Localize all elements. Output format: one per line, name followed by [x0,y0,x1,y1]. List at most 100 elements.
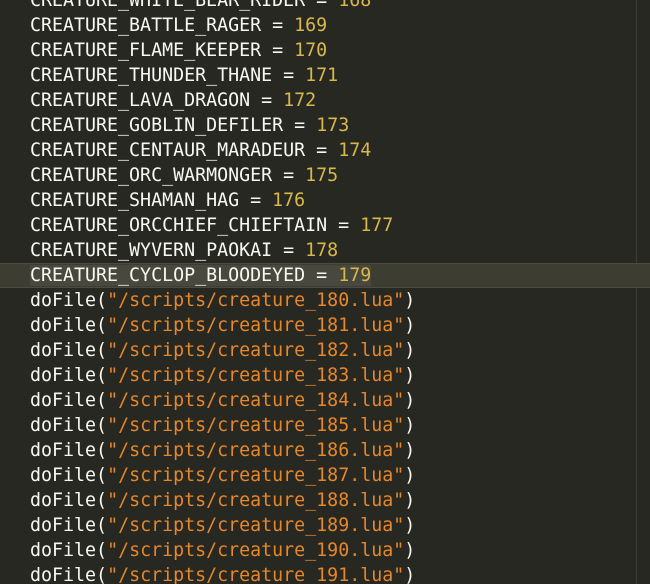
number-literal: 178 [305,240,339,261]
code-line[interactable]: doFile("/scripts/creature_189.lua") [0,513,650,538]
code-line[interactable]: CREATURE_GOBLIN_DEFILER = 173 [0,113,650,138]
code-line[interactable]: CREATURE_FLAME_KEEPER = 170 [0,38,650,63]
number-literal: 171 [305,65,339,86]
code-line[interactable]: doFile("/scripts/creature_186.lua") [0,438,650,463]
close-paren: ) [404,365,416,386]
identifier: CREATURE_SHAMAN_HAG [30,190,240,211]
number-literal: 170 [294,40,328,61]
number-literal: 176 [272,190,306,211]
function-name: doFile [30,290,97,311]
string-literal: "/scripts/creature_180.lua" [107,290,405,311]
open-paren: ( [96,290,108,311]
code-line[interactable]: doFile("/scripts/creature_190.lua") [0,538,650,563]
function-name: doFile [30,340,97,361]
code-line[interactable]: doFile("/scripts/creature_184.lua") [0,388,650,413]
operator: = [272,65,306,86]
open-paren: ( [96,515,108,536]
number-literal: 175 [305,165,339,186]
string-literal: "/scripts/creature_190.lua" [107,540,405,561]
number-literal: 168 [338,0,372,11]
code-line[interactable]: doFile("/scripts/creature_187.lua") [0,463,650,488]
identifier: CREATURE_BATTLE_RAGER [30,15,262,36]
close-paren: ) [404,415,416,436]
function-name: doFile [30,440,97,461]
function-name: doFile [30,565,97,584]
code-editor[interactable]: CREATURE_WHITE_BEAR_RIDER = 168 CREATURE… [0,0,650,584]
identifier: CREATURE_ORC_WARMONGER [30,165,273,186]
operator: = [261,40,295,61]
operator: = [305,140,339,161]
function-name: doFile [30,490,97,511]
open-paren: ( [96,490,108,511]
code-line[interactable]: CREATURE_WHITE_BEAR_RIDER = 168 [0,0,650,13]
code-line[interactable]: CREATURE_CENTAUR_MARADEUR = 174 [0,138,650,163]
code-line[interactable]: CREATURE_ORCCHIEF_CHIEFTAIN = 177 [0,213,650,238]
string-literal: "/scripts/creature_188.lua" [107,490,405,511]
string-literal: "/scripts/creature_186.lua" [107,440,405,461]
number-literal: 174 [338,140,372,161]
code-line[interactable]: doFile("/scripts/creature_191.lua") [0,563,650,584]
identifier: CREATURE_WYVERN_PAOKAI [30,240,273,261]
identifier: CREATURE_GOBLIN_DEFILER [30,115,284,136]
code-line[interactable]: CREATURE_THUNDER_THANE = 171 [0,63,650,88]
close-paren: ) [404,315,416,336]
operator: = [327,215,361,236]
open-paren: ( [96,415,108,436]
open-paren: ( [96,315,108,336]
number-literal: 172 [283,90,317,111]
close-paren: ) [404,540,416,561]
code-line[interactable]: CREATURE_WYVERN_PAOKAI = 178 [0,238,650,263]
identifier: CREATURE_WHITE_BEAR_RIDER [30,0,306,11]
current-code-line[interactable]: CREATURE_CYCLOP_BLOODEYED = 179 [0,263,650,288]
operator: = [305,0,339,11]
function-name: doFile [30,515,97,536]
identifier: CREATURE_THUNDER_THANE [30,65,273,86]
open-paren: ( [96,565,108,584]
operator: = [272,240,306,261]
code-lines[interactable]: CREATURE_WHITE_BEAR_RIDER = 168 CREATURE… [0,0,650,584]
code-line[interactable]: CREATURE_BATTLE_RAGER = 169 [0,13,650,38]
number-literal: 179 [338,265,372,286]
string-literal: "/scripts/creature_183.lua" [107,365,405,386]
operator: = [305,265,339,286]
open-paren: ( [96,465,108,486]
identifier: CREATURE_ORCCHIEF_CHIEFTAIN [30,215,328,236]
close-paren: ) [404,440,416,461]
close-paren: ) [404,490,416,511]
identifier: CREATURE_CENTAUR_MARADEUR [30,140,306,161]
string-literal: "/scripts/creature_189.lua" [107,515,405,536]
close-paren: ) [404,290,416,311]
open-paren: ( [96,390,108,411]
string-literal: "/scripts/creature_191.lua" [107,565,405,584]
function-name: doFile [30,415,97,436]
close-paren: ) [404,340,416,361]
string-literal: "/scripts/creature_185.lua" [107,415,405,436]
function-name: doFile [30,315,97,336]
number-literal: 177 [360,215,394,236]
open-paren: ( [96,340,108,361]
code-line[interactable]: CREATURE_SHAMAN_HAG = 176 [0,188,650,213]
code-line[interactable]: doFile("/scripts/creature_185.lua") [0,413,650,438]
string-literal: "/scripts/creature_182.lua" [107,340,405,361]
function-name: doFile [30,390,97,411]
code-line[interactable]: doFile("/scripts/creature_188.lua") [0,488,650,513]
operator: = [239,190,273,211]
open-paren: ( [96,540,108,561]
number-literal: 169 [294,15,328,36]
function-name: doFile [30,465,97,486]
code-line[interactable]: doFile("/scripts/creature_182.lua") [0,338,650,363]
code-line[interactable]: doFile("/scripts/creature_181.lua") [0,313,650,338]
code-line[interactable]: doFile("/scripts/creature_180.lua") [0,288,650,313]
code-line[interactable]: CREATURE_LAVA_DRAGON = 172 [0,88,650,113]
operator: = [250,90,284,111]
close-paren: ) [404,465,416,486]
code-line[interactable]: doFile("/scripts/creature_183.lua") [0,363,650,388]
function-name: doFile [30,540,97,561]
operator: = [272,165,306,186]
code-line[interactable]: CREATURE_ORC_WARMONGER = 175 [0,163,650,188]
close-paren: ) [404,565,416,584]
function-name: doFile [30,365,97,386]
open-paren: ( [96,365,108,386]
string-literal: "/scripts/creature_184.lua" [107,390,405,411]
number-literal: 173 [316,115,350,136]
